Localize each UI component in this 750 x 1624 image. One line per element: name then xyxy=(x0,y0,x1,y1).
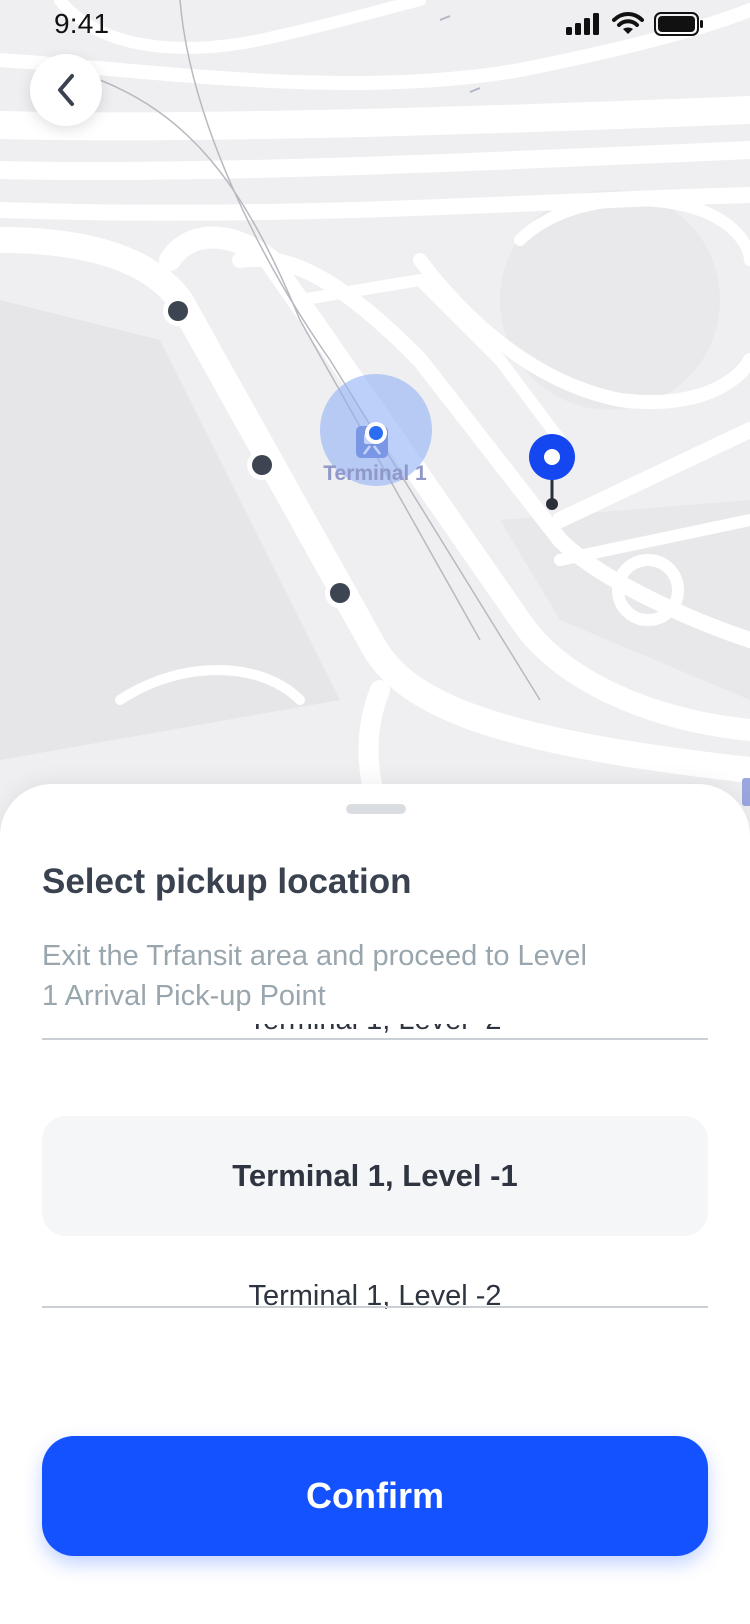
back-button[interactable] xyxy=(30,54,102,126)
sheet-drag-handle[interactable] xyxy=(346,804,406,814)
picker-option-below[interactable]: Terminal 1, Level -2 xyxy=(42,1280,708,1313)
chevron-left-icon xyxy=(58,74,74,106)
battery-icon xyxy=(654,12,703,36)
terminal-map-label: Terminal 1 xyxy=(323,462,427,485)
sheet-subtitle: Exit the Trfansit area and proceed to Le… xyxy=(42,940,587,1012)
wifi-icon xyxy=(612,12,644,34)
cellular-signal-icon xyxy=(566,13,599,35)
status-icons xyxy=(566,12,704,36)
confirm-button[interactable]: Confirm xyxy=(42,1436,708,1556)
bottom-sheet: Select pickup location Exit the Trfansit… xyxy=(0,784,750,1624)
picker-option-above[interactable]: Terminal 1, Level -2 xyxy=(42,1024,708,1037)
map-view[interactable]: Terminal 1 xyxy=(0,0,750,820)
status-time: 9:41 xyxy=(54,8,110,39)
status-bar: 9:41 xyxy=(0,0,750,50)
map-roads xyxy=(0,0,750,820)
picker-divider-top xyxy=(42,1038,708,1040)
picker-selected-option[interactable]: Terminal 1, Level -1 xyxy=(42,1116,708,1236)
picker-divider-bottom xyxy=(42,1306,708,1308)
pickup-level-picker[interactable]: Terminal 1, Level -2 Terminal 1, Level -… xyxy=(42,1024,708,1354)
sheet-title: Select pickup location xyxy=(42,862,412,901)
